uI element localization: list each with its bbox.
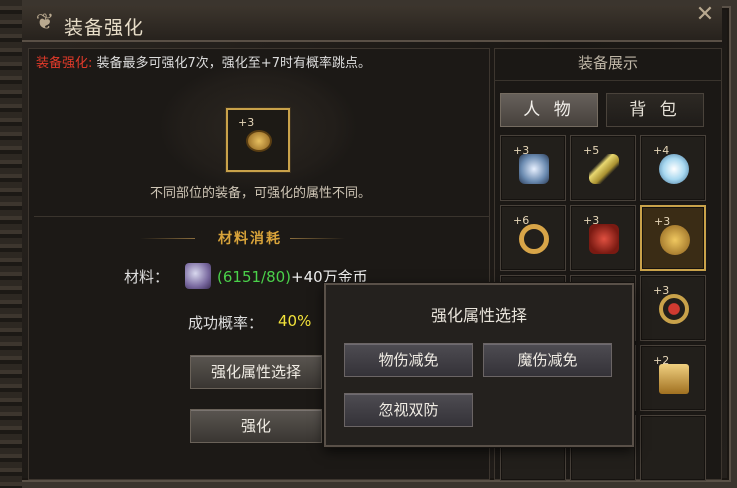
gem-icon [185,263,211,289]
attribute-select-button[interactable]: 强化属性选择 [190,355,322,389]
materials-label: 材料： [124,268,170,286]
equip-slot[interactable]: +5 [570,135,636,201]
desc-text: 装备最多可强化7次，强化至+7时有概率跳点。 [96,56,371,71]
ring-icon [246,130,272,152]
tab-character[interactable]: 人 物 [500,93,598,127]
close-icon[interactable]: ✕ [690,0,720,30]
equip-slot-selected[interactable]: +3 [640,205,706,271]
materials-title: 材料消耗 [218,231,282,247]
tab-bag[interactable]: 背 包 [606,93,704,127]
dagger-icon [589,154,619,184]
equipment-divider [494,80,722,81]
ring-icon [659,294,689,324]
equip-slot[interactable]: +2 [640,345,706,411]
materials-count: (6151/80) [217,268,292,286]
ring-icon [519,224,549,254]
popup-title: 强化属性选择 [430,306,527,325]
success-value: 40% [278,312,312,330]
equip-slot[interactable]: +3 [570,205,636,271]
weapon-icon [519,154,549,184]
book-icon [659,364,689,394]
equipment-title: 装备展示 [577,54,638,72]
option-physical-reduction-button[interactable]: 物伤减免 [344,343,473,377]
equip-slot[interactable]: +3 [500,135,566,201]
item-level: +3 [238,116,255,129]
slot-note: 不同部位的装备，可强化的属性不同。 [150,186,372,201]
enhance-button[interactable]: 强化 [190,409,322,443]
desc-label: 装备强化: [36,56,93,71]
divider [34,216,490,217]
option-magic-reduction-button[interactable]: 魔伤减免 [483,343,612,377]
success-label: 成功概率： [188,314,264,332]
equip-slot[interactable]: +4 [640,135,706,201]
ornament-right [290,238,345,239]
dragon-icon: ❦ [35,10,55,35]
enhance-description: 装备强化: 装备最多可强化7次，强化至+7时有概率跳点。 [36,52,371,71]
equip-slot[interactable]: +6 [500,205,566,271]
target-item-slot[interactable]: +3 [226,108,290,172]
option-ignore-defense-button[interactable]: 忽视双防 [344,393,473,427]
dragon-border-decoration [0,0,22,488]
equip-slot[interactable]: +3 [640,275,706,341]
window-title: 装备强化 [64,17,145,39]
orb-icon [659,154,689,184]
helmet-icon [589,224,619,254]
ornament-left [140,238,195,239]
equip-slot-empty[interactable] [640,415,706,481]
ring-icon [660,225,690,255]
